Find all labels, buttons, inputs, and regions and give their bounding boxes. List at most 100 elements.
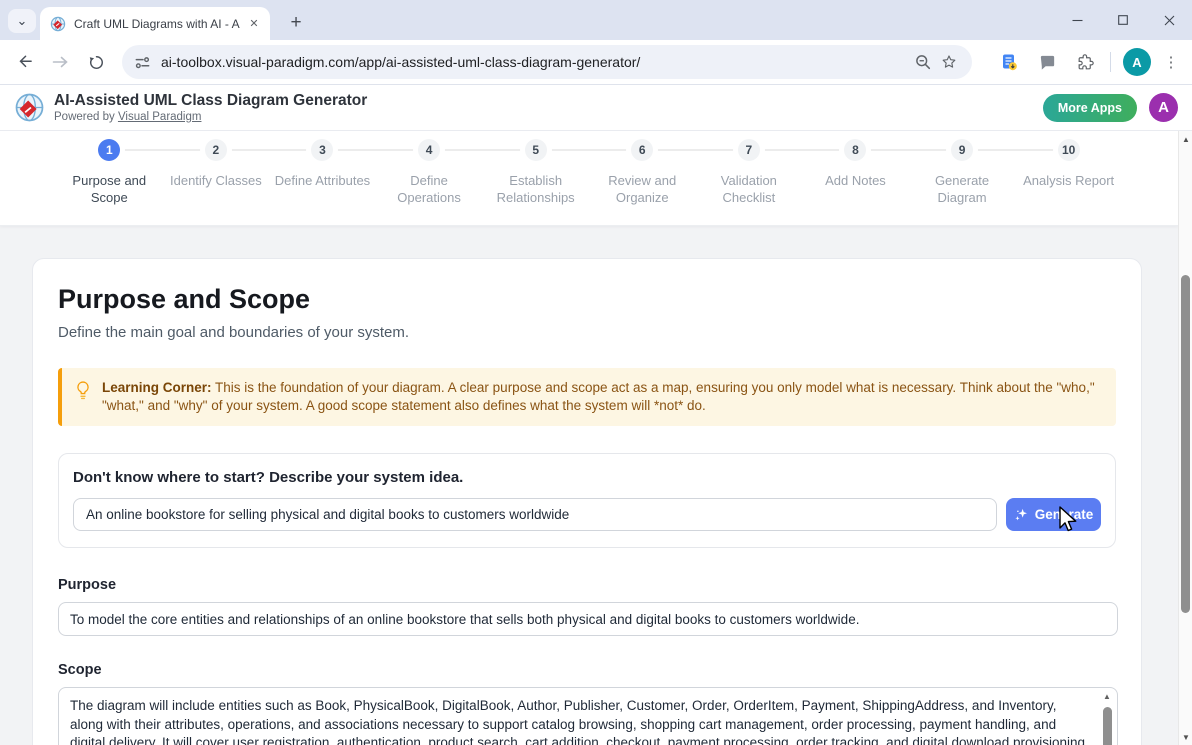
app-user-avatar[interactable]: A bbox=[1149, 93, 1178, 122]
url-text[interactable]: ai-toolbox.visual-paradigm.com/app/ai-as… bbox=[161, 54, 910, 70]
back-button[interactable] bbox=[8, 46, 40, 78]
scope-scrollbar-thumb[interactable] bbox=[1103, 707, 1112, 745]
step-label: Generate Diagram bbox=[910, 172, 1014, 206]
browser-tab[interactable]: Craft UML Diagrams with AI - A ✕ bbox=[40, 7, 270, 40]
toolbar-right: A ⋮ bbox=[990, 47, 1185, 77]
browser-profile-avatar[interactable]: A bbox=[1123, 48, 1151, 76]
puzzle-icon bbox=[1076, 53, 1095, 72]
zoom-magnifier-icon bbox=[914, 53, 932, 71]
extensions-button[interactable] bbox=[1070, 47, 1100, 77]
app-title: AI-Assisted UML Class Diagram Generator bbox=[54, 92, 367, 110]
powered-by: Powered by Visual Paradigm bbox=[54, 111, 367, 123]
avatar-letter: A bbox=[1132, 55, 1141, 70]
step-label: Define Attributes bbox=[275, 172, 370, 189]
minimize-icon bbox=[1072, 15, 1083, 26]
system-idea-box: Don't know where to start? Describe your… bbox=[58, 453, 1116, 548]
step-number[interactable]: 10 bbox=[1058, 139, 1080, 161]
mouse-cursor-icon bbox=[1058, 506, 1080, 536]
maximize-button[interactable] bbox=[1100, 0, 1146, 40]
window-controls bbox=[1054, 0, 1192, 40]
page-subtitle: Define the main goal and boundaries of y… bbox=[58, 324, 1116, 341]
stepper: 1 Purpose and Scope2Identify Classes 3 Defi… bbox=[56, 135, 1122, 206]
step-label: Define Operations bbox=[377, 172, 481, 206]
scope-label: Scope bbox=[58, 662, 1116, 678]
stepper-step-2[interactable]: 2Identify Classes bbox=[163, 135, 270, 206]
chevron-down-icon: ⌄ bbox=[17, 13, 28, 29]
page-title: Purpose and Scope bbox=[58, 284, 1116, 315]
stepper-step-1[interactable]: 1 Purpose and Scope bbox=[56, 135, 163, 206]
chat-bubble-icon bbox=[1038, 53, 1057, 72]
stepper-step-8[interactable]: 8 Add Notes bbox=[802, 135, 909, 206]
minimize-button[interactable] bbox=[1054, 0, 1100, 40]
tab-search-button[interactable]: ⌄ bbox=[8, 9, 36, 33]
step-label: Analysis Report bbox=[1023, 172, 1114, 189]
step-number[interactable]: 4 bbox=[418, 139, 440, 161]
bookmark-star-icon bbox=[940, 53, 958, 71]
generate-button[interactable]: Generate bbox=[1006, 498, 1101, 531]
scope-field-wrap: The diagram will include entities such a… bbox=[58, 687, 1118, 745]
reload-button[interactable] bbox=[80, 46, 112, 78]
scope-textarea[interactable]: The diagram will include entities such a… bbox=[58, 687, 1118, 745]
step-label: Review and Organize bbox=[590, 172, 694, 206]
plus-icon: + bbox=[290, 12, 301, 34]
step-number[interactable]: 1 bbox=[98, 139, 120, 161]
browser-menu-button[interactable]: ⋮ bbox=[1157, 48, 1185, 76]
tab-close-icon[interactable]: ✕ bbox=[246, 16, 262, 32]
maximize-icon bbox=[1118, 15, 1128, 25]
purpose-input[interactable] bbox=[58, 602, 1118, 636]
address-bar[interactable]: ai-toolbox.visual-paradigm.com/app/ai-as… bbox=[122, 45, 972, 79]
sparkle-icon bbox=[1014, 507, 1029, 522]
kebab-icon: ⋮ bbox=[1164, 53, 1179, 71]
powered-by-prefix: Powered by bbox=[54, 111, 118, 123]
learning-corner-callout: Learning Corner: This is the foundation … bbox=[58, 368, 1116, 426]
zoom-out-button[interactable] bbox=[910, 49, 936, 75]
purpose-label: Purpose bbox=[58, 577, 1116, 593]
step-label: Add Notes bbox=[825, 172, 886, 189]
stepper-step-6[interactable]: 6 Review and Organize bbox=[589, 135, 696, 206]
feedback-button[interactable] bbox=[1032, 47, 1062, 77]
step-number[interactable]: 3 bbox=[311, 139, 333, 161]
scrollbar-down-icon[interactable]: ▼ bbox=[1179, 733, 1192, 742]
app-header-right: More Apps A bbox=[1043, 93, 1178, 122]
new-tab-button[interactable]: + bbox=[283, 10, 309, 36]
visual-paradigm-link[interactable]: Visual Paradigm bbox=[118, 111, 202, 123]
app-header-titles: AI-Assisted UML Class Diagram Generator … bbox=[54, 92, 367, 123]
stepper-step-10[interactable]: 10 Analysis Report bbox=[1015, 135, 1122, 206]
visual-paradigm-logo-icon bbox=[14, 92, 45, 123]
bookmark-button[interactable] bbox=[936, 49, 962, 75]
page-scrollbar-thumb[interactable] bbox=[1181, 275, 1190, 613]
step-label: Purpose and Scope bbox=[57, 172, 161, 206]
step-number[interactable]: 7 bbox=[738, 139, 760, 161]
browser-tab-strip: ⌄ Craft UML Diagrams with AI - A ✕ + bbox=[0, 0, 1192, 40]
step-number[interactable]: 5 bbox=[525, 139, 547, 161]
step-number[interactable]: 2 bbox=[205, 139, 227, 161]
close-icon bbox=[1164, 15, 1175, 26]
tab-title: Craft UML Diagrams with AI - A bbox=[74, 17, 240, 31]
step-label: Validation Checklist bbox=[697, 172, 801, 206]
stepper-bar: 1 Purpose and Scope2Identify Classes 3 Defi… bbox=[0, 131, 1178, 226]
document-extension-icon bbox=[999, 52, 1019, 72]
stepper-step-7[interactable]: 7 Validation Checklist bbox=[696, 135, 803, 206]
close-window-button[interactable] bbox=[1146, 0, 1192, 40]
scope-scrollbar[interactable]: ▲ bbox=[1101, 692, 1113, 745]
forward-button[interactable] bbox=[44, 46, 76, 78]
stepper-step-3[interactable]: 3 Define Attributes bbox=[269, 135, 376, 206]
system-idea-heading: Don't know where to start? Describe your… bbox=[73, 469, 1101, 486]
scroll-up-icon[interactable]: ▲ bbox=[1103, 692, 1111, 702]
learning-corner-text: Learning Corner: This is the foundation … bbox=[102, 379, 1102, 415]
reading-list-extension-button[interactable] bbox=[994, 47, 1024, 77]
scrollbar-up-icon[interactable]: ▲ bbox=[1179, 135, 1192, 144]
reload-icon bbox=[88, 54, 105, 71]
system-idea-input[interactable] bbox=[73, 498, 997, 531]
step-number[interactable]: 6 bbox=[631, 139, 653, 161]
stepper-step-4[interactable]: 4 Define Operations bbox=[376, 135, 483, 206]
stepper-step-5[interactable]: 5Establish Relationships bbox=[482, 135, 589, 206]
learning-corner-body: This is the foundation of your diagram. … bbox=[102, 380, 1095, 413]
step-number[interactable]: 8 bbox=[844, 139, 866, 161]
step-number[interactable]: 9 bbox=[951, 139, 973, 161]
stepper-step-9[interactable]: 9 Generate Diagram bbox=[909, 135, 1016, 206]
forward-arrow-icon bbox=[51, 53, 69, 71]
back-arrow-icon bbox=[15, 53, 33, 71]
page-scrollbar[interactable]: ▲ ▼ bbox=[1178, 131, 1192, 745]
more-apps-button[interactable]: More Apps bbox=[1043, 94, 1137, 122]
